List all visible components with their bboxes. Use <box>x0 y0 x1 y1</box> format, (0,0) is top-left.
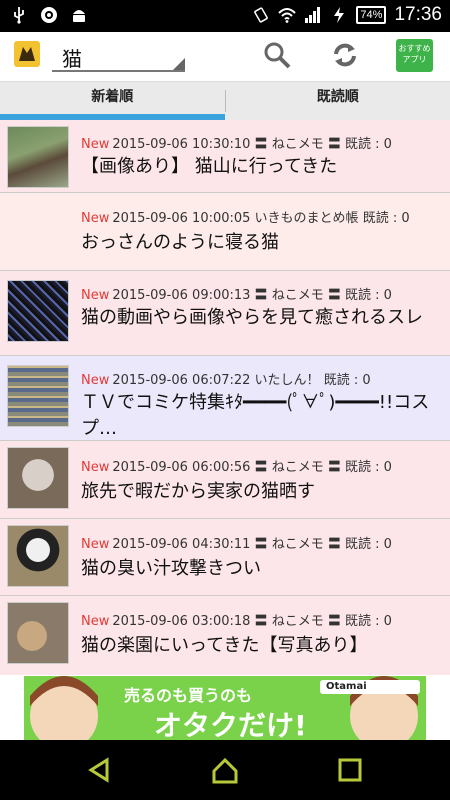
item-title: 【画像あり】 猫山に行ってきた <box>81 156 338 177</box>
ad-big-text: オタクだけ! <box>154 709 307 740</box>
thumbnail-image <box>7 365 69 427</box>
item-meta-text: 2015-09-06 10:00:05 いきものまとめ帳 既読 : 0 <box>112 211 410 226</box>
wifi-icon <box>278 8 297 23</box>
new-badge: New <box>81 614 110 629</box>
tab-read-order[interactable]: 既読順 <box>226 82 450 120</box>
thumbnail-image <box>7 447 69 509</box>
recommended-apps-button[interactable]: おすすめ アプリ <box>396 39 433 72</box>
item-title: 旅先で暇だから実家の猫晒す <box>81 481 315 502</box>
item-title: ＴＶでコミケ特集ｷﾀ━━━━(ﾟ∀ﾟ)━━━━!!コスプ… <box>81 392 430 439</box>
ad-brand: Otamai <box>326 681 367 692</box>
cat-logo-icon <box>19 47 35 61</box>
new-badge: New <box>81 460 110 475</box>
tab-newest[interactable]: 新着順 <box>0 82 225 120</box>
ad-banner[interactable]: 売るのも買うのも オタクだけ! Otamai <box>24 676 426 740</box>
sort-tabs: 新着順 既読順 <box>0 82 450 120</box>
list-item[interactable]: New 2015-09-06 09:00:13 〓 ねこメモ 〓 既読 : 0 猫… <box>0 271 450 356</box>
status-bar: 74% 17:36 <box>0 0 450 32</box>
item-title: 猫の動画やら画像やらを見て癒されるスレ <box>81 307 423 328</box>
thumbnail-image <box>7 602 69 664</box>
recent-apps-icon[interactable] <box>335 755 365 785</box>
item-meta: New 2015-09-06 03:00:18 〓 ねこメモ 〓 既読 : 0 <box>81 610 392 629</box>
new-badge: New <box>81 211 110 226</box>
item-meta-text: 2015-09-06 03:00:18 〓 ねこメモ 〓 既読 : 0 <box>112 614 392 629</box>
android-icon <box>73 10 85 22</box>
refresh-icon[interactable] <box>330 40 360 70</box>
app-notification-icon <box>41 7 57 23</box>
list-item[interactable]: New 2015-09-06 10:00:05 いきものまとめ帳 既読 : 0 お… <box>0 193 450 271</box>
charging-icon <box>334 7 345 23</box>
recommend-label-line1: おすすめ <box>398 44 431 53</box>
clock: 17:36 <box>394 4 442 25</box>
item-title: 猫の臭い汁攻撃きつい <box>81 558 261 579</box>
item-meta-text: 2015-09-06 10:30:10 〓 ねこメモ 〓 既読 : 0 <box>112 137 392 152</box>
list-item[interactable]: New 2015-09-06 06:00:56 〓 ねこメモ 〓 既読 : 0 旅… <box>0 441 450 519</box>
item-title: おっさんのように寝る猫 <box>81 232 279 253</box>
thumbnail-image <box>7 126 69 188</box>
article-list: New 2015-09-06 10:30:10 〓 ねこメモ 〓 既読 : 0 【… <box>0 120 450 675</box>
item-meta-text: 2015-09-06 04:30:11 〓 ねこメモ 〓 既読 : 0 <box>112 537 392 552</box>
list-item[interactable]: New 2015-09-06 04:30:11 〓 ねこメモ 〓 既読 : 0 猫… <box>0 519 450 596</box>
new-badge: New <box>81 137 110 152</box>
back-icon[interactable] <box>85 755 115 785</box>
recommend-label-line2: アプリ <box>402 55 427 64</box>
list-item[interactable]: New 2015-09-06 06:07:22 いたしん！ 既読 : 0 ＴＶでコ… <box>0 356 450 441</box>
item-meta-text: 2015-09-06 06:00:56 〓 ねこメモ 〓 既読 : 0 <box>112 460 392 475</box>
battery-indicator: 74% <box>356 6 387 24</box>
item-meta: New 2015-09-06 06:07:22 いたしん！ 既読 : 0 <box>81 369 371 388</box>
list-item[interactable]: New 2015-09-06 03:00:18 〓 ねこメモ 〓 既読 : 0 猫… <box>0 596 450 675</box>
search-icon[interactable] <box>262 40 292 70</box>
thumbnail-image <box>7 525 69 587</box>
item-meta: New 2015-09-06 09:00:13 〓 ねこメモ 〓 既読 : 0 <box>81 284 392 303</box>
new-badge: New <box>81 373 110 388</box>
item-meta-text: 2015-09-06 09:00:13 〓 ねこメモ 〓 既読 : 0 <box>112 288 392 303</box>
cell-signal-icon <box>305 7 321 23</box>
usb-icon <box>14 7 24 24</box>
list-item[interactable]: New 2015-09-06 10:30:10 〓 ねこメモ 〓 既読 : 0 【… <box>0 120 450 193</box>
ad-small-text: 売るのも買うのも <box>124 686 253 705</box>
thumbnail-image <box>7 280 69 342</box>
navigation-bar <box>0 740 450 800</box>
app-logo <box>14 41 40 67</box>
item-meta: New 2015-09-06 04:30:11 〓 ねこメモ 〓 既読 : 0 <box>81 533 392 552</box>
item-meta: New 2015-09-06 10:30:10 〓 ねこメモ 〓 既読 : 0 <box>81 133 392 152</box>
new-badge: New <box>81 537 110 552</box>
category-spinner-value: 猫 <box>62 47 82 71</box>
vibrate-icon <box>254 7 269 23</box>
spinner-arrow-icon <box>173 58 185 70</box>
item-title: 猫の楽園にいってきた【写真あり】 <box>81 635 368 656</box>
new-badge: New <box>81 288 110 303</box>
category-spinner[interactable]: 猫 <box>52 38 185 72</box>
item-meta: New 2015-09-06 06:00:56 〓 ねこメモ 〓 既読 : 0 <box>81 456 392 475</box>
app-bar: 猫 おすすめ アプリ <box>0 32 450 82</box>
item-meta: New 2015-09-06 10:00:05 いきものまとめ帳 既読 : 0 <box>81 207 410 226</box>
home-icon[interactable] <box>210 755 240 785</box>
item-meta-text: 2015-09-06 06:07:22 いたしん！ 既読 : 0 <box>112 373 371 388</box>
